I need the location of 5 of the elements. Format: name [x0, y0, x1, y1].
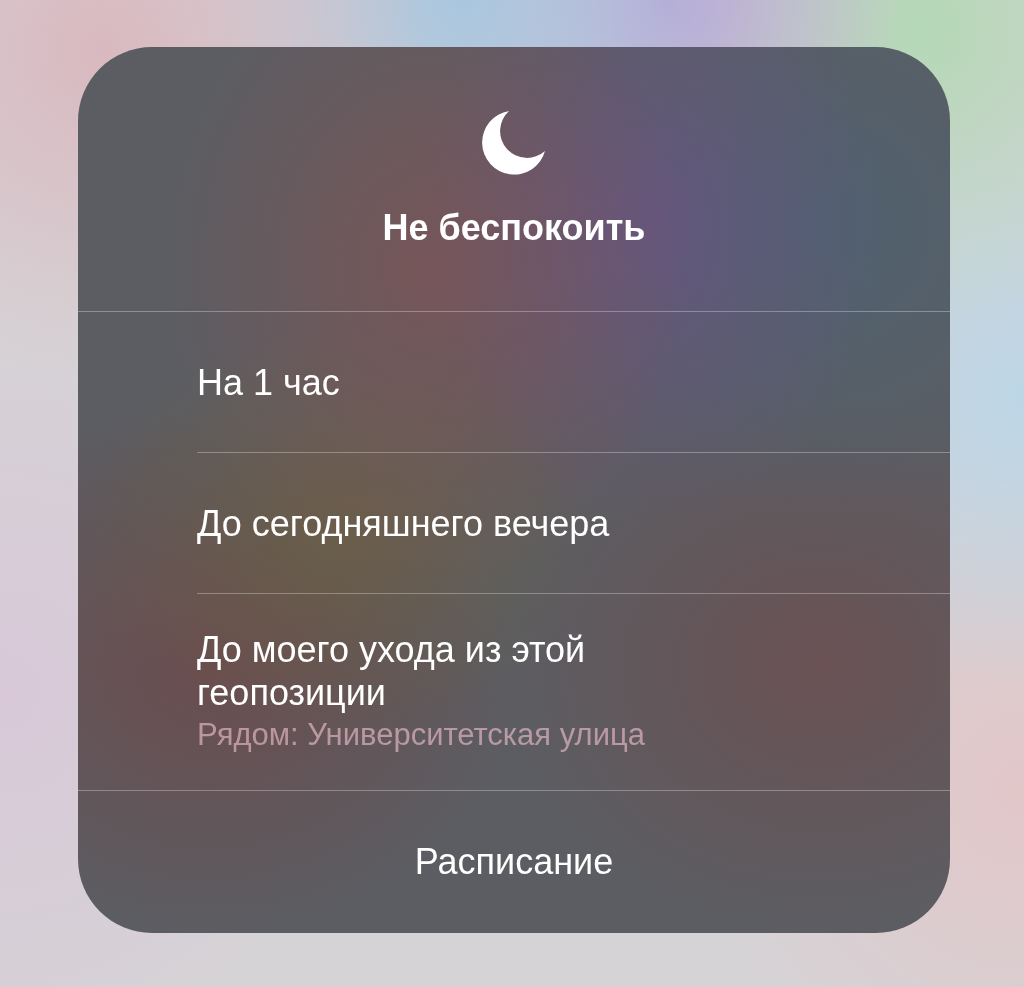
menu-option[interactable]: На 1 час: [197, 312, 950, 453]
menu-option[interactable]: До сегодняшнего вечера: [197, 453, 950, 594]
menu-title: Не беспокоить: [382, 207, 646, 249]
schedule-option[interactable]: Расписание: [78, 791, 950, 933]
menu-option[interactable]: До моего ухода из этой геопозиции Рядом: Университетская улица: [78, 594, 950, 791]
